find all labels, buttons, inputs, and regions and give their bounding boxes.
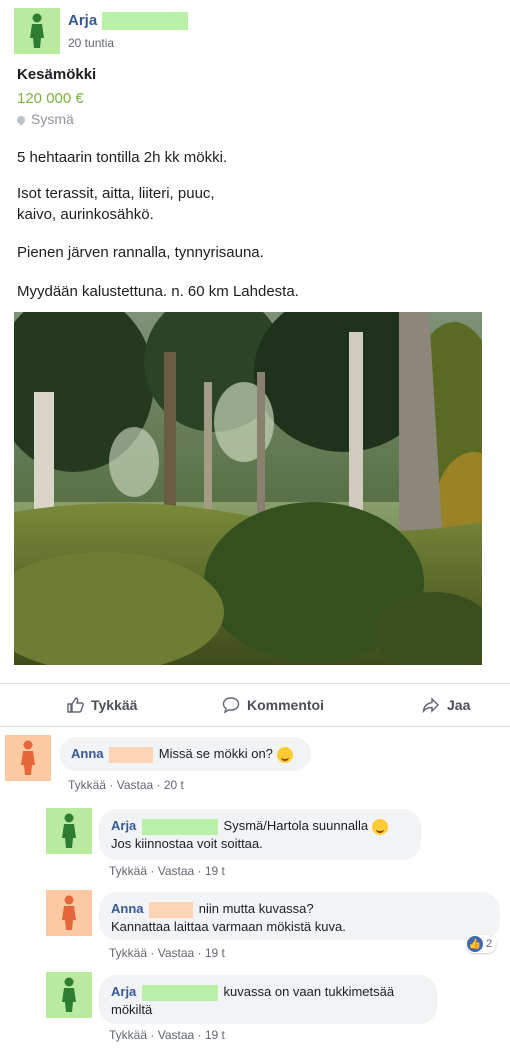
comment-time[interactable]: 19 t <box>205 946 225 960</box>
comment-like-link[interactable]: Tykkää <box>109 864 147 878</box>
author-avatar[interactable] <box>14 8 60 54</box>
redacted-surname <box>102 12 188 30</box>
smile-emoji-icon <box>276 746 293 763</box>
listing-location: Sysmä <box>15 111 74 127</box>
person-silhouette-icon <box>62 813 76 848</box>
comment-meta: Tykkää · Vastaa · 19 t <box>109 946 225 960</box>
separator: · <box>197 946 202 960</box>
post-timestamp[interactable]: 20 tuntia <box>68 36 114 50</box>
location-label: Sysmä <box>31 111 74 127</box>
comment-like-link[interactable]: Tykkää <box>109 1028 147 1042</box>
comment-reply-link[interactable]: Vastaa <box>158 864 194 878</box>
person-silhouette-icon <box>30 13 44 48</box>
comment-like-link[interactable]: Tykkää <box>109 946 147 960</box>
redacted-surname <box>141 984 218 1001</box>
comment-author[interactable]: Arja <box>111 984 136 999</box>
redacted-surname <box>109 746 154 763</box>
comment-reply-link[interactable]: Vastaa <box>158 946 194 960</box>
smile-emoji-icon <box>371 818 388 835</box>
comment-text: Missä se mökki on? <box>158 746 273 761</box>
speech-bubble-icon <box>222 697 240 714</box>
person-silhouette-icon <box>21 740 35 775</box>
comment-text: Jos kiinnostaa voit soittaa. <box>111 835 263 851</box>
reaction-count-badge[interactable]: 👍 2 <box>466 935 497 953</box>
like-label: Tykkää <box>91 697 138 713</box>
comment-bubble: Arja Sysmä/Hartola suunnalla Jos kiinnos… <box>99 809 421 860</box>
person-silhouette-icon <box>62 895 76 930</box>
description-paragraph: Myydään kalustettuna. n. 60 km Lahdesta. <box>17 283 299 300</box>
comment-reply-link[interactable]: Vastaa <box>117 778 153 792</box>
description-paragraph: Pienen järven rannalla, tynnyrisauna. <box>17 244 264 261</box>
like-reaction-icon: 👍 <box>467 936 483 952</box>
comment-author[interactable]: Anna <box>71 746 104 761</box>
comment-text: Sysmä/Hartola suunnalla <box>223 818 369 833</box>
comment-time[interactable]: 19 t <box>205 1028 225 1042</box>
comment-meta: Tykkää · Vastaa · 19 t <box>109 1028 225 1042</box>
listing-title: Kesämökki <box>17 66 97 83</box>
reaction-count: 2 <box>486 938 493 950</box>
post-header: Arja 20 tuntia <box>14 8 494 56</box>
separator: · <box>150 1028 155 1042</box>
separator: · <box>197 864 202 878</box>
separator: · <box>150 864 155 878</box>
comment-reply-link[interactable]: Vastaa <box>158 1028 194 1042</box>
comment-author[interactable]: Arja <box>111 818 136 833</box>
comment-meta: Tykkää · Vastaa · 19 t <box>109 864 225 878</box>
share-button[interactable]: Jaa <box>422 696 470 714</box>
redacted-surname <box>141 818 218 835</box>
listing-price: 120 000 € <box>17 90 84 107</box>
comment-button[interactable]: Kommentoi <box>222 696 324 714</box>
comment-bubble: Anna Missä se mökki on? <box>59 737 311 771</box>
comment-text: kuvassa on vaan tukkimetsää <box>223 984 395 999</box>
comment-text: Kannattaa laittaa varmaan mökistä kuva. <box>111 918 346 934</box>
comment-like-link[interactable]: Tykkää <box>68 778 106 792</box>
author-name[interactable]: Arja <box>68 12 97 29</box>
share-arrow-icon <box>422 697 439 714</box>
comment-text: niin mutta kuvassa? <box>198 901 314 916</box>
post-action-bar: Tykkää Kommentoi Jaa <box>0 683 510 727</box>
comment-meta: Tykkää · Vastaa · 20 t <box>68 778 184 792</box>
comment-time[interactable]: 20 t <box>164 778 184 792</box>
commenter-avatar[interactable] <box>46 808 92 854</box>
commenter-avatar[interactable] <box>46 972 92 1018</box>
commenter-avatar[interactable] <box>5 735 51 781</box>
separator: · <box>197 1028 202 1042</box>
comment-author[interactable]: Anna <box>111 901 144 916</box>
comment-label: Kommentoi <box>247 697 324 713</box>
like-button[interactable]: Tykkää <box>66 696 137 714</box>
comment-bubble: Anna niin mutta kuvassa? Kannattaa laitt… <box>99 892 500 940</box>
separator: · <box>109 778 114 792</box>
person-silhouette-icon <box>62 977 76 1012</box>
separator: · <box>156 778 161 792</box>
thumbs-up-icon <box>67 697 84 713</box>
separator: · <box>150 946 155 960</box>
share-label: Jaa <box>447 697 471 713</box>
comment-time[interactable]: 19 t <box>205 864 225 878</box>
redacted-surname <box>149 901 194 918</box>
commenter-avatar[interactable] <box>46 890 92 936</box>
comment-bubble: Arja kuvassa on vaan tukkimetsää mökiltä <box>99 975 437 1024</box>
comment-text: mökiltä <box>111 1001 153 1017</box>
map-pin-icon <box>15 114 27 126</box>
description-paragraph: Isot terassit, aitta, liiteri, puuc, kai… <box>17 185 215 223</box>
listing-photo[interactable] <box>14 312 482 665</box>
description-paragraph: 5 hehtaarin tontilla 2h kk mökki. <box>17 149 228 166</box>
